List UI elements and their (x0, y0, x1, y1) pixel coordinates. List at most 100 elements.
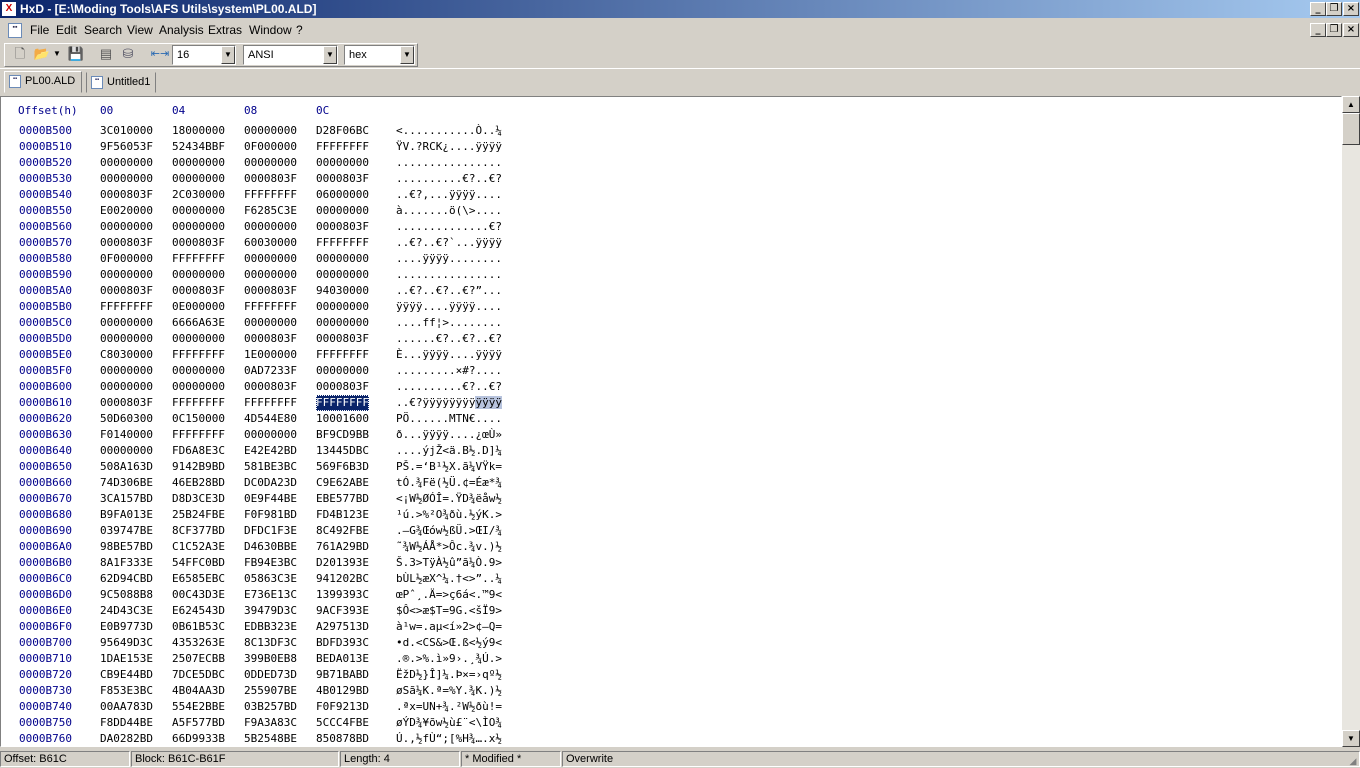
menu-help[interactable]: ? (296, 23, 303, 38)
hex-group[interactable]: A297513D (316, 619, 369, 635)
hex-group[interactable]: 95649D3C (100, 635, 153, 651)
hex-group[interactable]: 00000000 (244, 123, 297, 139)
hex-group[interactable]: 00000000 (244, 251, 297, 267)
hex-group[interactable]: 00000000 (100, 363, 153, 379)
ram-icon[interactable]: ▤ (96, 45, 116, 63)
ascii-text[interactable]: ......€?..€?..€? (396, 331, 502, 347)
hex-group[interactable]: 1399393C (316, 587, 369, 603)
hex-group[interactable]: 00000000 (100, 331, 153, 347)
hex-group[interactable]: 5CCC4FBE (316, 715, 369, 731)
ascii-text[interactable]: ..€?,...ÿÿÿÿ.... (396, 187, 502, 203)
hex-group[interactable]: 00000000 (244, 219, 297, 235)
hex-group[interactable]: F0F9213D (316, 699, 369, 715)
tab-pl00-ald[interactable]: ▪▪ PL00.ALD (4, 71, 82, 93)
hex-group[interactable]: 13445DBC (316, 443, 369, 459)
hex-group[interactable]: E0020000 (100, 203, 153, 219)
hex-group[interactable]: 0000803F (100, 283, 153, 299)
hex-group[interactable]: 0C150000 (172, 411, 225, 427)
hex-group[interactable]: D8D3CE3D (172, 491, 225, 507)
resize-grip-icon[interactable]: ◢ (1347, 755, 1359, 767)
hex-row[interactable]: 0000B5B0 FFFFFFFF 0E000000 FFFFFFFF 00000000… (1, 299, 1341, 315)
ascii-text[interactable]: È...ÿÿÿÿ....ÿÿÿÿ (396, 347, 502, 363)
minimize-button[interactable]: _ (1310, 2, 1326, 16)
hex-group[interactable]: 00000000 (100, 443, 153, 459)
ascii-text[interactable]: .ªx=UN+¾.²W½ðù!= (396, 699, 502, 715)
hex-group[interactable]: 39479D3C (244, 603, 297, 619)
new-file-icon[interactable]: 🗋 (10, 45, 30, 63)
hex-group[interactable]: 4B04AA3D (172, 683, 225, 699)
hex-group[interactable]: FD6A8E3C (172, 443, 225, 459)
hex-group[interactable]: 00AA783D (100, 699, 153, 715)
vertical-scrollbar[interactable]: ▲ ▼ (1342, 96, 1360, 747)
hex-group[interactable]: 00000000 (316, 315, 369, 331)
mdi-restore-button[interactable]: ❐ (1326, 23, 1342, 37)
hex-row[interactable]: 0000B560 00000000 00000000 00000000 0000803F… (1, 219, 1341, 235)
hex-group[interactable]: 850878BD (316, 731, 369, 746)
hex-group[interactable]: E42E42BD (244, 443, 297, 459)
open-file-icon[interactable]: 📂 (32, 45, 52, 63)
hex-row[interactable]: 0000B730 F853E3BC 4B04AA3D 255907BE 4B0129BD… (1, 683, 1341, 699)
hex-group[interactable]: 00000000 (100, 315, 153, 331)
hex-row[interactable]: 0000B5A0 0000803F 0000803F 0000803F 94030000… (1, 283, 1341, 299)
hex-row[interactable]: 0000B580 0F000000 FFFFFFFF 00000000 00000000… (1, 251, 1341, 267)
hex-group[interactable]: 3CA157BD (100, 491, 153, 507)
hex-group[interactable]: 0000803F (244, 379, 297, 395)
hex-group[interactable]: 50D60300 (100, 411, 153, 427)
scroll-up-button[interactable]: ▲ (1342, 96, 1360, 113)
hex-group[interactable]: 8C492FBE (316, 523, 369, 539)
hex-group[interactable]: FFFFFFFF (316, 139, 369, 155)
hex-view[interactable]: Offset(h) 00 04 08 0C 0000B500 3C010000 18… (1, 97, 1341, 746)
hex-group[interactable]: F9A3A83C (244, 715, 297, 731)
hex-row[interactable]: 0000B540 0000803F 2C030000 FFFFFFFF 06000000… (1, 187, 1341, 203)
ascii-text[interactable]: ..€?..€?..€?”... (396, 283, 502, 299)
hex-group[interactable]: 8A1F333E (100, 555, 153, 571)
hex-group[interactable]: 0000803F (244, 331, 297, 347)
ascii-text[interactable]: $Ô<>æ$T=9G.<šÏ9> (396, 603, 502, 619)
open-dropdown-icon[interactable]: ▼ (52, 45, 62, 63)
hex-group[interactable]: 00000000 (100, 219, 153, 235)
hex-group[interactable]: 00000000 (316, 251, 369, 267)
hex-group[interactable]: 00000000 (316, 203, 369, 219)
hex-group[interactable]: 10001600 (316, 411, 369, 427)
menu-analysis[interactable]: Analysis (159, 23, 204, 38)
hex-group[interactable]: 9ACF393E (316, 603, 369, 619)
menu-view[interactable]: View (127, 23, 153, 38)
hex-row[interactable]: 0000B6E0 24D43C3E E624543D 39479D3C 9ACF393E… (1, 603, 1341, 619)
hex-group[interactable]: FFFFFFFF (172, 427, 225, 443)
ascii-text[interactable]: ËžD½}Î]¼.Þ×=›qº½ (396, 667, 502, 683)
ascii-text[interactable]: PŠ.=‘B¹½X.ã¼VŸk= (396, 459, 502, 475)
ascii-text[interactable]: ŸV.?RCK¿....ÿÿÿÿ (396, 139, 502, 155)
hex-group[interactable]: 0000803F (172, 235, 225, 251)
hex-group[interactable]: 399B0EB8 (244, 651, 297, 667)
scroll-thumb[interactable] (1342, 113, 1360, 145)
hex-editor[interactable]: Offset(h) 00 04 08 0C 0000B500 3C010000 18… (0, 96, 1342, 747)
ascii-text[interactable]: øSã¼K.ª=%Y.¾K.)½ (396, 683, 502, 699)
scroll-down-button[interactable]: ▼ (1342, 730, 1360, 747)
menu-extras[interactable]: Extras (208, 23, 242, 38)
ascii-text[interactable]: œPˆ¸.Ä=>ç6á<.™9< (396, 587, 502, 603)
hex-group[interactable]: E6585EBC (172, 571, 225, 587)
hex-group[interactable]: 00000000 (244, 267, 297, 283)
hex-group[interactable]: D201393E (316, 555, 369, 571)
hex-group[interactable]: 00000000 (100, 379, 153, 395)
ascii-text[interactable]: •d.<CS&>Œ.ß<½ý9< (396, 635, 502, 651)
hex-group[interactable]: 00000000 (172, 379, 225, 395)
hex-group[interactable]: FFFFFFFF (316, 395, 369, 411)
hex-row[interactable]: 0000B520 00000000 00000000 00000000 00000000… (1, 155, 1341, 171)
hex-group[interactable]: FB94E3BC (244, 555, 297, 571)
close-button[interactable]: × (1343, 2, 1359, 16)
hex-group[interactable]: 18000000 (172, 123, 225, 139)
hex-row[interactable]: 0000B640 00000000 FD6A8E3C E42E42BD 13445DBC… (1, 443, 1341, 459)
hex-row[interactable]: 0000B710 1DAE153E 2507ECBB 399B0EB8 BEDA013E… (1, 651, 1341, 667)
hex-group[interactable]: 06000000 (316, 187, 369, 203)
ascii-text[interactable]: ˜¾W½ÁÅ*>Ôc.¾v.)½ (396, 539, 502, 555)
hex-group[interactable]: 54FFC0BD (172, 555, 225, 571)
hex-row[interactable]: 0000B5F0 00000000 00000000 0AD7233F 00000000… (1, 363, 1341, 379)
hex-group[interactable]: 1DAE153E (100, 651, 153, 667)
ascii-text[interactable]: tÓ.¾Fë(½Ü.¢=Éæ*¾ (396, 475, 502, 491)
hex-group[interactable]: 52434BBF (172, 139, 225, 155)
hex-group[interactable]: 05863C3E (244, 571, 297, 587)
hex-group[interactable]: F853E3BC (100, 683, 153, 699)
hex-group[interactable]: 554E2BBE (172, 699, 225, 715)
hex-group[interactable]: FFFFFFFF (316, 235, 369, 251)
